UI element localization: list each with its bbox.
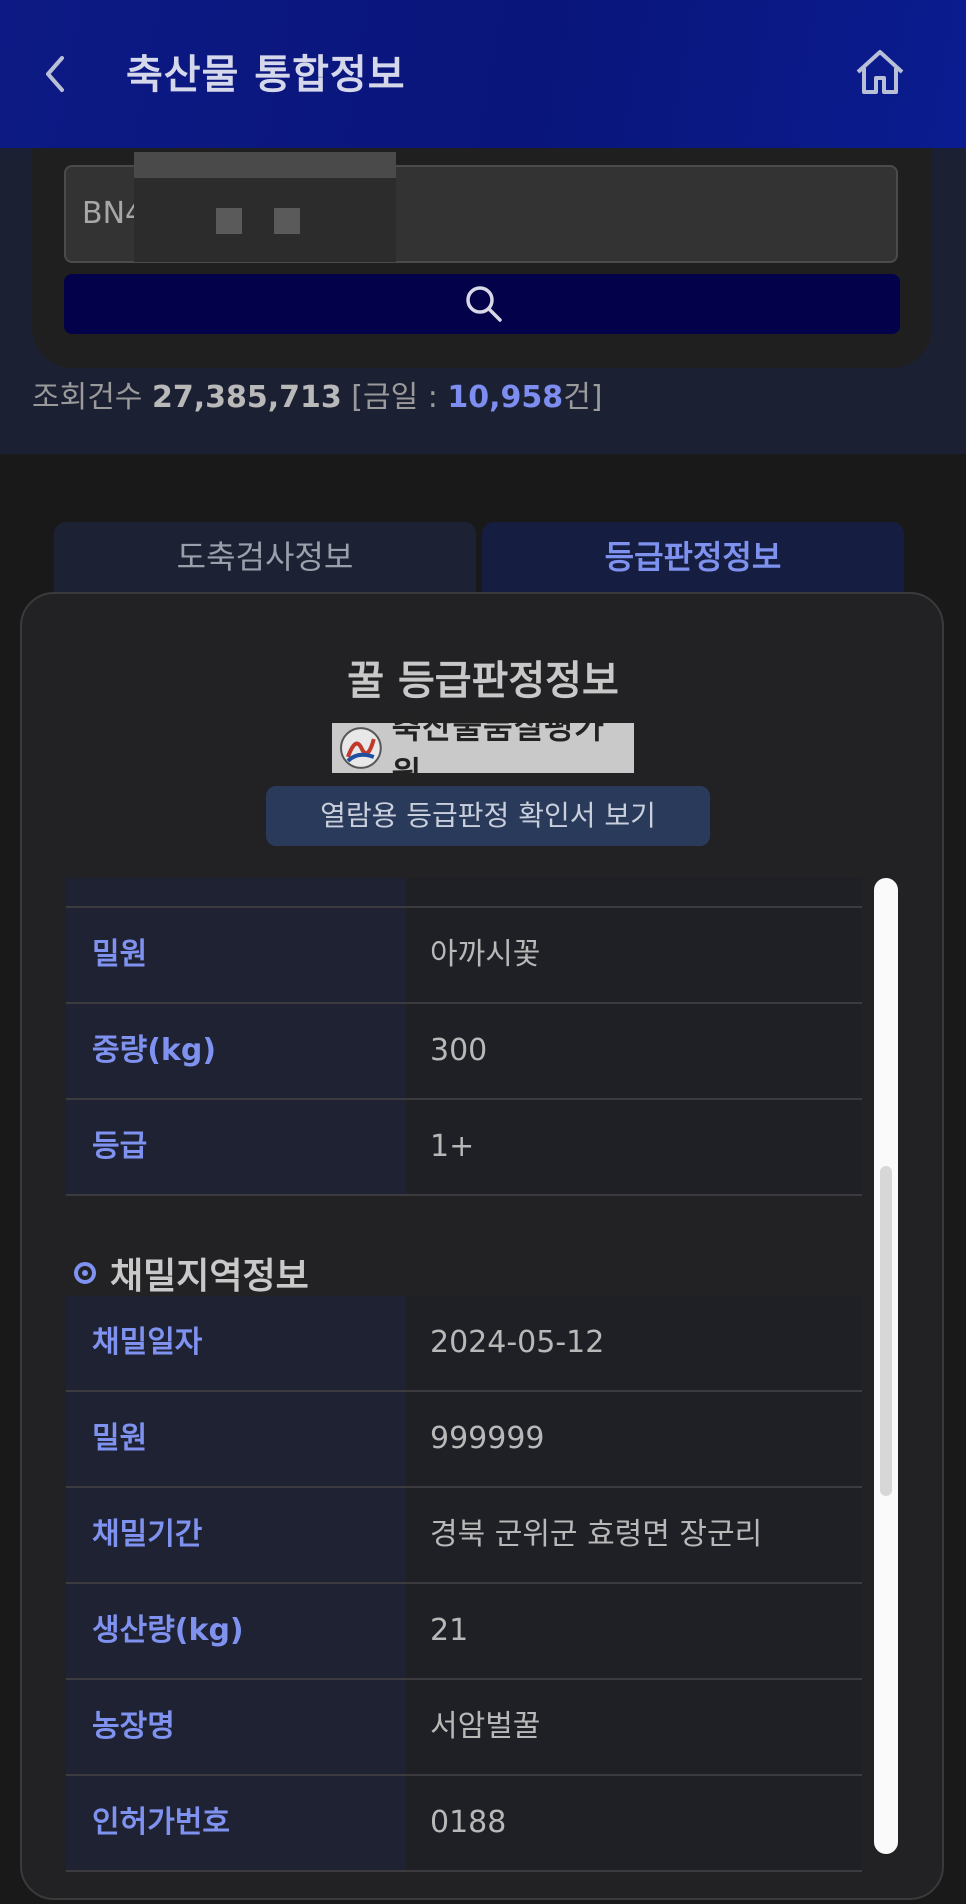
search-button[interactable]: [64, 274, 900, 334]
redaction-mask: [216, 208, 242, 234]
bullet-circle-icon: [74, 1262, 96, 1284]
institute-logo-icon: [339, 727, 382, 769]
info-table: 밀원 아까시꽃 중량(kg) 300 등급 1+ 채밀지역정보 채밀일자 202…: [66, 878, 862, 1888]
redaction-mask: [134, 178, 396, 262]
row-label: 등급: [66, 1100, 406, 1194]
row-label: 중량(kg): [66, 1004, 406, 1098]
table-row: 중량(kg) 300: [66, 1004, 862, 1100]
row-value: 0188: [406, 1776, 862, 1870]
view-certificate-button[interactable]: 열람용 등급판정 확인서 보기: [266, 786, 710, 846]
table-row: 밀원 999999: [66, 1392, 862, 1488]
row-label: 생산량(kg): [66, 1584, 406, 1678]
stats-label: 조회건수: [32, 380, 143, 415]
tab-grade-info[interactable]: 등급판정정보: [482, 522, 904, 592]
page-title: 축산물 통합정보: [126, 52, 406, 98]
back-button[interactable]: [36, 46, 76, 102]
stats-today-label: [금일 :: [351, 380, 438, 415]
app-header: 축산물 통합정보: [0, 0, 966, 148]
row-label: 밀원: [66, 908, 406, 1002]
chevron-left-icon: [46, 56, 64, 92]
stats-total: 27,385,713: [151, 380, 342, 415]
stats-suffix: 건]: [563, 380, 603, 415]
redaction-mask: [134, 152, 396, 178]
table-row: 채밀일자 2024-05-12: [66, 1296, 862, 1392]
row-label: 농장명: [66, 1680, 406, 1774]
table-row: 농장명 서암벌꿀: [66, 1680, 862, 1776]
institute-logo: 축산물품질평가원: [332, 708, 634, 792]
institute-logo-text: 축산물품질평가원: [391, 708, 605, 792]
table-row: 생산량(kg) 21: [66, 1584, 862, 1680]
redaction-mask: [274, 208, 300, 234]
row-value: 경북 군위군 효령면 장군리: [406, 1488, 862, 1582]
inquiry-stats: 조회건수 27,385,713 [금일 : 10,958건]: [32, 372, 603, 416]
table-row: [66, 878, 862, 908]
row-value: 아까시꽃: [406, 908, 862, 1002]
scrollbar-thumb[interactable]: [880, 1166, 892, 1496]
row-value: 300: [406, 1004, 862, 1098]
search-icon: [466, 286, 502, 322]
panel-title: 꿀 등급판정정보: [347, 658, 619, 704]
table-row: 채밀기간 경북 군위군 효령면 장군리: [66, 1488, 862, 1584]
row-value: 서암벌꿀: [406, 1680, 862, 1774]
row-label: 밀원: [66, 1392, 406, 1486]
table-row: 등급 1+: [66, 1100, 862, 1196]
section-title: 채밀지역정보: [110, 1256, 309, 1297]
row-label: 인허가번호: [66, 1776, 406, 1870]
home-icon: [856, 50, 904, 94]
row-value: 2024-05-12: [406, 1296, 862, 1390]
row-label: 채밀기간: [66, 1488, 406, 1582]
row-value: 999999: [406, 1392, 862, 1486]
row-value: 21: [406, 1584, 862, 1678]
table-row: 인허가번호 0188: [66, 1776, 862, 1872]
row-value: 1+: [406, 1100, 862, 1194]
home-button[interactable]: [852, 44, 908, 100]
row-label: 채밀일자: [66, 1296, 406, 1390]
table-row: 밀원 아까시꽃: [66, 908, 862, 1004]
tab-slaughter-inspection[interactable]: 도축검사정보: [54, 522, 476, 592]
stats-today: 10,958: [447, 380, 564, 415]
